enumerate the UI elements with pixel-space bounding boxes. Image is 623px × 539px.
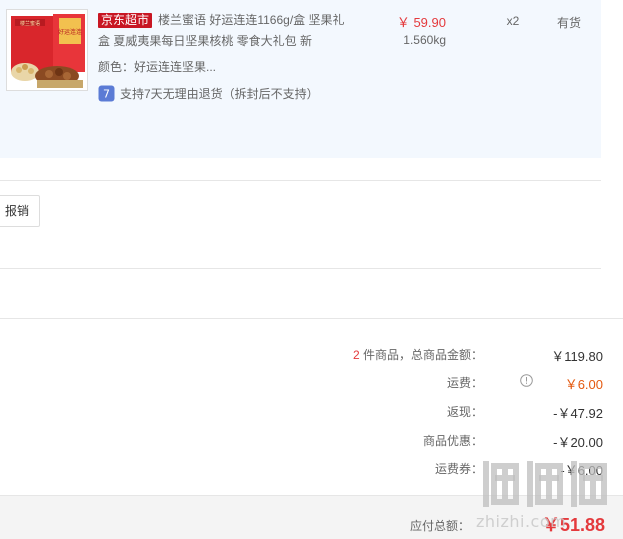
payment-bar: 应付总额： ￥51.88 <box>0 495 623 539</box>
shipping-coupon-label: 运费券： <box>434 462 483 476</box>
thumbnail-brand: 楼兰蜜语 <box>20 20 40 27</box>
shipping-value: ￥6.00 <box>564 377 603 392</box>
shipping-coupon-value: -￥6.00 <box>560 463 603 478</box>
amount-due-label: 应付总额： <box>409 519 470 533</box>
item-weight: 1.560kg <box>403 33 446 47</box>
summary-discount-row: 商品优惠： -￥20.00 <box>0 432 603 450</box>
return-policy-icon: 7 <box>98 85 115 102</box>
summary-cashback-row: 返现： -￥47.92 <box>0 403 603 421</box>
discount-label: 商品优惠： <box>422 434 483 448</box>
items-total-value: ￥119.80 <box>551 349 603 364</box>
item-quantity: x2 <box>506 14 520 28</box>
summary-items-total-row: 2 件商品，总商品金额： ￥119.80 <box>0 346 603 364</box>
cashback-label: 返现： <box>446 405 483 419</box>
product-image: 楼兰蜜语 好运连连 <box>7 10 87 90</box>
return-policy-text: 支持7天无理由退货（拆封后不支持） <box>120 87 319 101</box>
section-divider <box>0 180 601 181</box>
section-divider <box>0 268 601 269</box>
product-thumbnail[interactable]: 楼兰蜜语 好运连连 <box>6 9 88 91</box>
return-policy: 7 支持7天无理由退货（拆封后不支持） <box>98 85 319 102</box>
product-title[interactable]: 京东超市 楼兰蜜语 好运连连1166g/盒 坚果礼盒 夏威夷果每日坚果核桃 零食大… <box>98 10 348 52</box>
item-color-variant: 颜色：好运连连坚果... <box>98 60 217 74</box>
unit-price: ￥ 59.90 <box>396 15 446 30</box>
amount-due-value: ￥51.88 <box>541 515 605 535</box>
items-total-label-text: 件商品，总商品金额： <box>362 348 483 362</box>
jd-supermarket-badge: 京东超市 <box>98 13 153 28</box>
svg-text:7: 7 <box>103 88 110 101</box>
summary-shipping-coupon-row: 运费券： -￥6.00 <box>0 460 603 478</box>
items-count: 2 <box>352 348 360 362</box>
shipping-label: 运费： <box>446 376 483 390</box>
cashback-value: -￥47.92 <box>553 406 603 421</box>
order-summary: 2 件商品，总商品金额： ￥119.80 运费： ￥6.00 返现： -￥47.… <box>0 318 623 478</box>
order-item-panel: 楼兰蜜语 好运连连 京东超市 楼兰蜜语 好运连连1166g/盒 坚果礼盒 夏威夷果… <box>0 0 601 158</box>
items-total-label: 2 件商品，总商品金额： <box>353 346 483 363</box>
thumbnail-box-text: 好运连连 <box>58 28 82 36</box>
discount-value: -￥20.00 <box>553 435 603 450</box>
invoice-reimburse-button[interactable]: 报销 <box>0 195 40 227</box>
summary-shipping-row: 运费： ￥6.00 <box>0 374 603 392</box>
stock-status: 有货 <box>556 16 581 30</box>
